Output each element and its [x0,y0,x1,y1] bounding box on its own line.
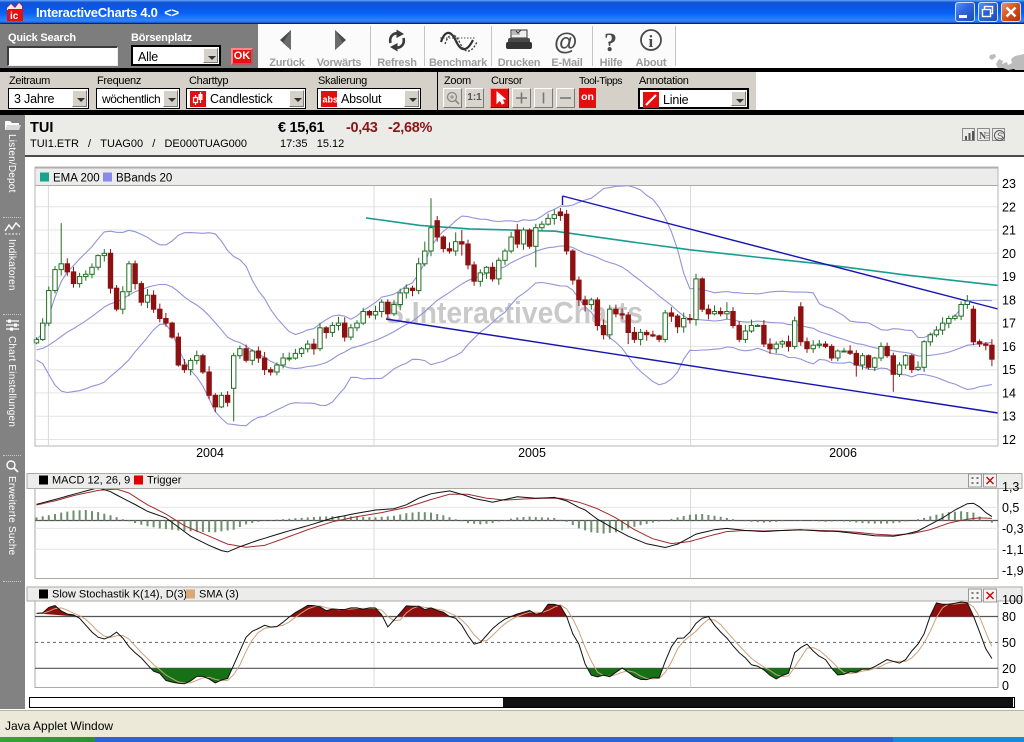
svg-text:?: ? [604,28,617,56]
svg-text:2006: 2006 [829,446,857,460]
svg-text:abs: abs [323,95,338,105]
svg-text:@: @ [554,29,577,56]
svg-text:-0,3: -0,3 [1002,522,1024,536]
svg-text:20: 20 [1002,662,1016,676]
svg-text:i: i [649,32,654,51]
svg-text:21: 21 [1002,224,1016,238]
svg-text:-1,9: -1,9 [1002,564,1024,578]
svg-text:16: 16 [1002,340,1016,354]
svg-text:100: 100 [1002,593,1023,607]
svg-text:14: 14 [1002,386,1016,400]
svg-text:2004: 2004 [196,446,224,460]
svg-text:Slow Stochastik K(14), D(3): Slow Stochastik K(14), D(3) [52,589,187,601]
svg-text:12: 12 [1002,433,1016,447]
svg-text:18: 18 [1002,293,1016,307]
svg-text:EMA 200: EMA 200 [53,173,100,185]
svg-text:50: 50 [1002,636,1016,650]
svg-text:13: 13 [1002,410,1016,424]
svg-text:N: N [979,131,987,142]
svg-text:19: 19 [1002,270,1016,284]
svg-text:MACD 12, 26, 9: MACD 12, 26, 9 [52,475,130,487]
svg-text:BBands 20: BBands 20 [116,173,172,185]
svg-text:17: 17 [1002,317,1016,331]
svg-text:SMA (3): SMA (3) [199,589,239,601]
svg-text:1,3: 1,3 [1002,480,1019,494]
svg-text:0: 0 [1002,679,1009,693]
svg-text:Trigger: Trigger [147,475,182,487]
svg-text:-1,1: -1,1 [1002,543,1024,557]
svg-text:S: S [997,131,1003,142]
svg-text:15: 15 [1002,363,1016,377]
svg-text:80: 80 [1002,610,1016,624]
svg-text:0,5: 0,5 [1002,501,1019,515]
svg-text:2005: 2005 [518,446,546,460]
svg-text:ic: ic [10,11,19,22]
svg-text:20: 20 [1002,247,1016,261]
svg-text:22: 22 [1002,200,1016,214]
svg-text:23: 23 [1002,177,1016,191]
